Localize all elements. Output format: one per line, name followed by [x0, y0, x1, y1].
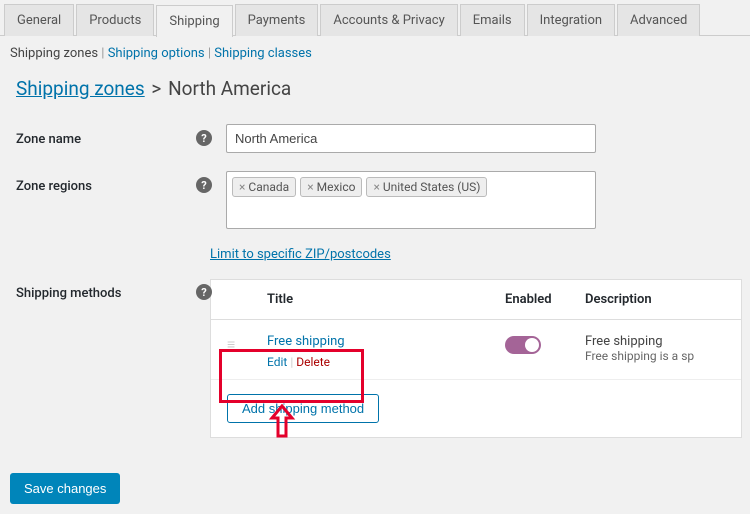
region-tag[interactable]: ×Canada [232, 177, 296, 197]
method-desc-sub: Free shipping is a sp [585, 349, 725, 363]
settings-tabs: General Products Shipping Payments Accou… [0, 0, 750, 36]
region-tag-label: United States (US) [383, 180, 481, 194]
shipping-subnav: Shipping zones | Shipping options | Ship… [0, 36, 750, 71]
breadcrumb-sep: > [149, 77, 163, 100]
col-enabled: Enabled [505, 292, 585, 307]
region-tag-label: Mexico [317, 180, 356, 194]
breadcrumb: Shipping zones > North America [0, 71, 750, 118]
drag-handle-icon[interactable]: ≡ [227, 334, 267, 353]
save-changes-button[interactable]: Save changes [10, 473, 120, 504]
enabled-toggle[interactable] [505, 336, 541, 354]
subnav-classes[interactable]: Shipping classes [214, 46, 312, 61]
methods-header: Title Enabled Description [211, 280, 741, 320]
tab-integration[interactable]: Integration [527, 4, 615, 36]
zone-regions-label: Zone regions [16, 171, 196, 194]
delete-link[interactable]: Delete [296, 355, 330, 369]
methods-footer: Add shipping method [211, 380, 741, 437]
shipping-methods-label: Shipping methods [16, 278, 196, 301]
edit-link[interactable]: Edit [267, 355, 287, 369]
col-description: Description [585, 292, 725, 307]
help-icon[interactable]: ? [196, 284, 212, 300]
limit-postcodes-link[interactable]: Limit to specific ZIP/postcodes [210, 247, 391, 262]
region-tag[interactable]: × Mexico [300, 177, 362, 197]
tab-payments[interactable]: Payments [235, 4, 319, 36]
tab-shipping[interactable]: Shipping [156, 5, 232, 37]
row-actions: Edit | Delete [267, 355, 505, 369]
shipping-methods-panel: Title Enabled Description ≡ Free shippin… [210, 279, 742, 438]
tab-accounts[interactable]: Accounts & Privacy [320, 4, 457, 36]
region-tag[interactable]: × United States (US) [366, 177, 487, 197]
close-icon[interactable]: × [239, 180, 245, 194]
subnav-zones[interactable]: Shipping zones [10, 46, 98, 61]
help-icon[interactable]: ? [196, 177, 212, 193]
breadcrumb-root[interactable]: Shipping zones [16, 77, 145, 100]
zone-name-label: Zone name [16, 124, 196, 147]
zone-name-input[interactable] [226, 124, 596, 153]
breadcrumb-current: North America [168, 77, 291, 100]
tab-products[interactable]: Products [76, 4, 154, 36]
tab-general[interactable]: General [4, 4, 74, 36]
method-desc-title: Free shipping [585, 334, 725, 349]
table-row: ≡ Free shipping Edit | Delete Free shipp… [211, 320, 741, 380]
tab-advanced[interactable]: Advanced [617, 4, 700, 36]
add-shipping-method-button[interactable]: Add shipping method [227, 394, 379, 423]
col-title: Title [267, 292, 505, 307]
tab-emails[interactable]: Emails [460, 4, 525, 36]
close-icon[interactable]: × [307, 180, 313, 194]
subnav-options[interactable]: Shipping options [108, 46, 205, 61]
zone-regions-input[interactable]: ×Canada ×Mexico ×United States (US) [226, 171, 596, 229]
region-tag-label: Canada [248, 180, 289, 194]
method-description: Free shipping Free shipping is a sp [585, 334, 725, 363]
method-title-link[interactable]: Free shipping [267, 334, 345, 349]
close-icon[interactable]: × [373, 180, 379, 194]
help-icon[interactable]: ? [196, 130, 212, 146]
